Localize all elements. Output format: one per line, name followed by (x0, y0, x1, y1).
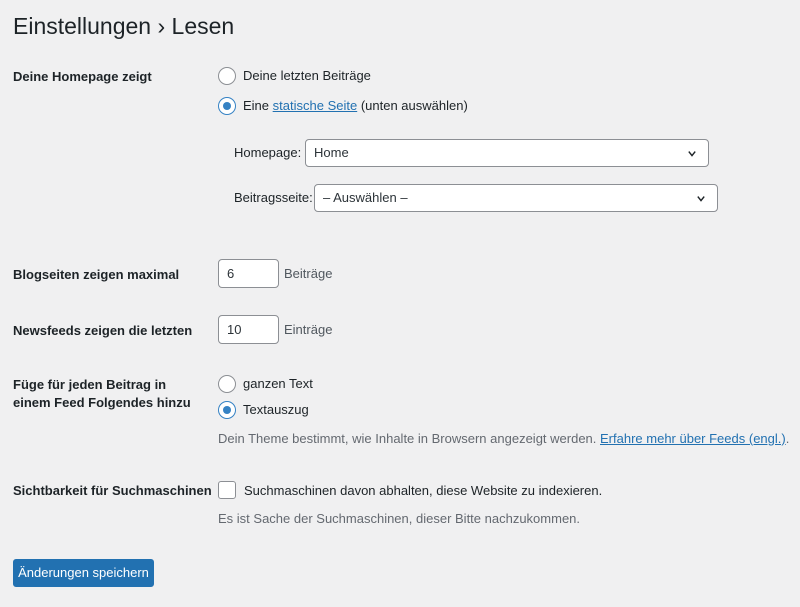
discourage-search-checkbox[interactable] (218, 481, 236, 499)
radio-latest-posts-label[interactable]: Deine letzten Beiträge (243, 67, 371, 85)
feeds-unit: Einträge (284, 322, 333, 337)
feeds-input[interactable]: 10 (218, 315, 279, 344)
feed-description-text: Dein Theme bestimmt, wie Inhalte in Brow… (218, 431, 597, 446)
radio-full-text-label[interactable]: ganzen Text (243, 375, 313, 393)
homepage-display-label: Deine Homepage zeigt (13, 69, 152, 84)
feed-content-description: Dein Theme bestimmt, wie Inhalte in Brow… (218, 430, 789, 448)
homepage-select-label: Homepage: (234, 145, 302, 160)
blog-pages-unit: Beiträge (284, 266, 333, 281)
blog-pages-label: Blogseiten zeigen maximal (13, 267, 180, 282)
radio-excerpt-label[interactable]: Textauszug (243, 401, 309, 419)
radio-full-text[interactable] (218, 375, 236, 393)
static-page-link[interactable]: statische Seite (273, 98, 358, 113)
radio-excerpt[interactable] (218, 401, 236, 419)
posts-page-select-value: – Auswählen – (323, 190, 408, 205)
radio-static-page-label[interactable]: Eine statische Seite (unten auswählen) (243, 97, 468, 115)
feeds-learn-more-link[interactable]: Erfahre mehr über Feeds (engl.) (600, 431, 786, 446)
save-changes-button[interactable]: Änderungen speichern (13, 559, 154, 587)
posts-page-select-label: Beitragsseite: (234, 190, 313, 205)
feed-description-period: . (785, 431, 790, 446)
radio-static-page[interactable] (218, 97, 236, 115)
discourage-search-label[interactable]: Suchmaschinen davon abhalten, diese Webs… (244, 482, 602, 500)
blog-pages-input[interactable]: 6 (218, 259, 279, 288)
feed-content-label-line2: einem Feed Folgendes hinzu (13, 395, 191, 410)
search-visibility-description: Es ist Sache der Suchmaschinen, dieser B… (218, 511, 581, 526)
homepage-select[interactable]: Home (305, 139, 709, 167)
feed-content-label-line1: Füge für jeden Beitrag in (13, 377, 167, 392)
chevron-down-icon (697, 196, 705, 202)
homepage-select-value: Home (314, 145, 349, 160)
chevron-down-icon (688, 151, 696, 157)
feed-content-label: Füge für jeden Beitrag in einem Feed Fol… (13, 376, 191, 412)
search-visibility-label: Sichtbarkeit für Suchmaschinen (13, 483, 212, 498)
static-prefix: Eine (243, 98, 270, 113)
feeds-label: Newsfeeds zeigen die letzten (13, 323, 193, 338)
radio-latest-posts[interactable] (218, 67, 236, 85)
static-suffix: (unten auswählen) (360, 98, 468, 113)
page-title: Einstellungen › Lesen (13, 13, 235, 39)
posts-page-select[interactable]: – Auswählen – (314, 184, 718, 212)
